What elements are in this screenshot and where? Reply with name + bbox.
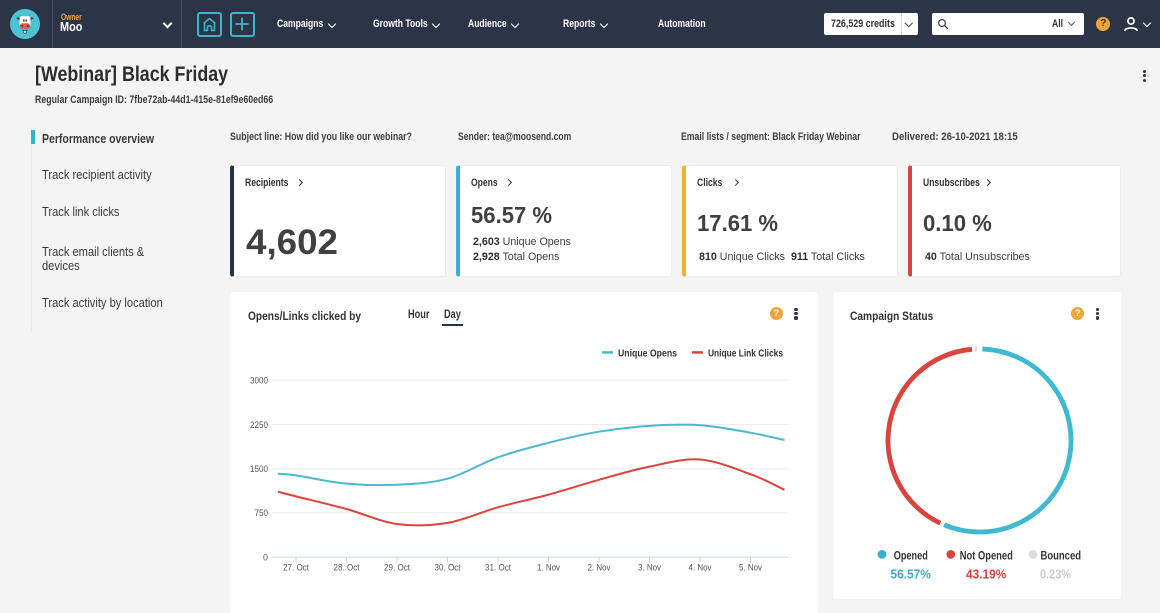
svg-text:750: 750 xyxy=(255,508,269,518)
svg-text:1500: 1500 xyxy=(250,464,268,474)
svg-text:2250: 2250 xyxy=(250,420,268,430)
svg-text:2. Nov: 2. Nov xyxy=(588,563,611,573)
svg-text:4. Nov: 4. Nov xyxy=(689,563,712,573)
svg-text:1. Nov: 1. Nov xyxy=(537,563,560,573)
svg-text:43.19%: 43.19% xyxy=(966,568,1006,582)
svg-text:5. Nov: 5. Nov xyxy=(739,563,762,573)
svg-text:30. Oct: 30. Oct xyxy=(435,563,461,573)
svg-text:3. Nov: 3. Nov xyxy=(638,563,661,573)
svg-text:Bounced: Bounced xyxy=(1041,551,1082,563)
svg-text:Unique Link Clicks: Unique Link Clicks xyxy=(708,348,783,360)
svg-text:27. Oct: 27. Oct xyxy=(283,563,309,573)
svg-text:Not Opened: Not Opened xyxy=(960,551,1013,563)
svg-text:29. Oct: 29. Oct xyxy=(384,563,410,573)
svg-text:31. Oct: 31. Oct xyxy=(485,563,511,573)
svg-text:56.57%: 56.57% xyxy=(891,568,931,582)
svg-text:3000: 3000 xyxy=(250,376,268,386)
svg-text:0.23%: 0.23% xyxy=(1040,568,1071,582)
svg-text:Opened: Opened xyxy=(894,551,928,563)
svg-text:Unique Opens: Unique Opens xyxy=(618,348,677,360)
svg-text:0: 0 xyxy=(263,552,268,562)
svg-text:28. Oct: 28. Oct xyxy=(334,563,360,573)
